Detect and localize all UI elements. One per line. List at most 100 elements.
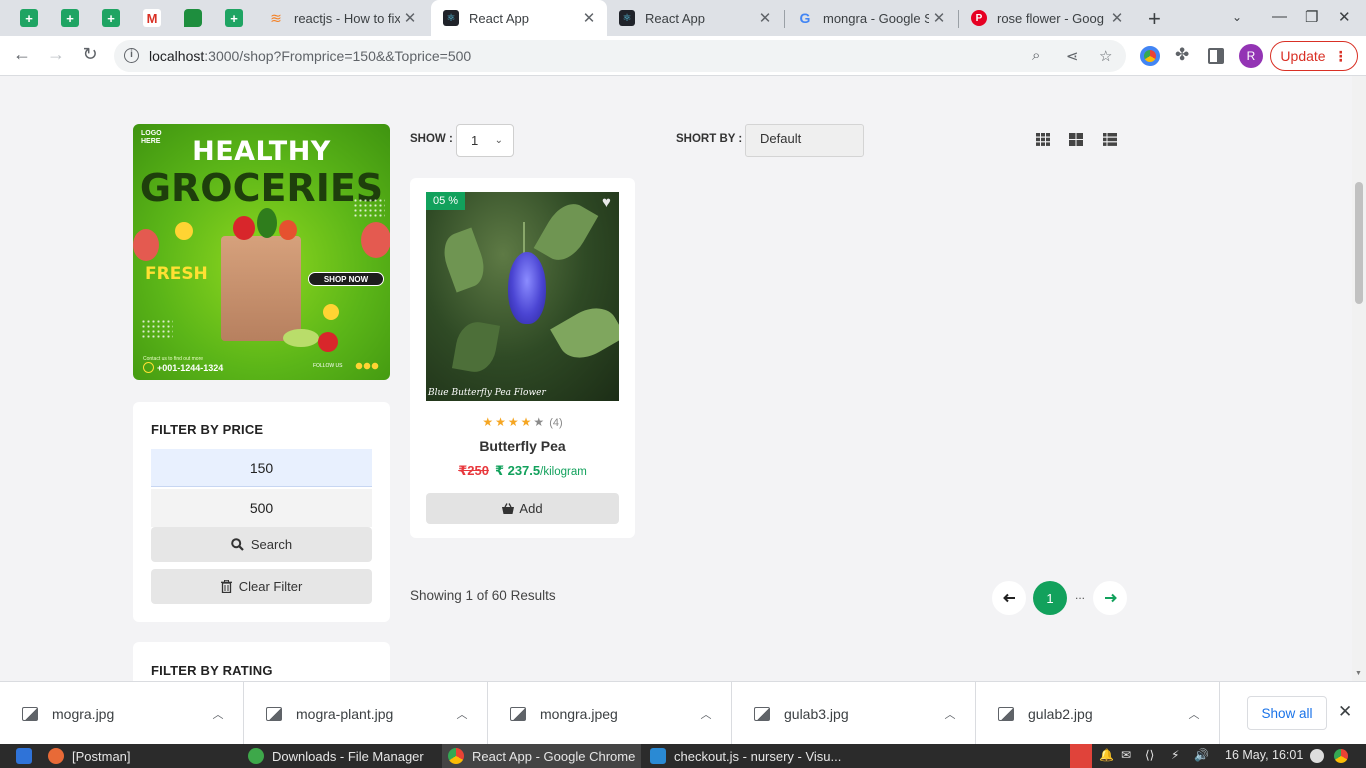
product-card[interactable]: Blue Butterfly Pea Flower 05 % ♥ ★★★★★ (… bbox=[410, 178, 635, 538]
lemon-image bbox=[323, 304, 339, 320]
site-info-icon[interactable]: i bbox=[124, 48, 139, 63]
grocery-bag-image bbox=[221, 236, 301, 341]
download-item[interactable]: gulab3.jpg ︿ bbox=[732, 682, 976, 745]
chevron-up-icon[interactable]: ︿ bbox=[691, 706, 721, 722]
taskbar-item-active[interactable]: React App - Google Chrome bbox=[442, 744, 642, 768]
download-item[interactable]: mongra.jpeg ︿ bbox=[488, 682, 732, 745]
scrollbar-thumb[interactable] bbox=[1355, 182, 1363, 304]
tray-app-icon[interactable] bbox=[1070, 744, 1092, 768]
forward-arrow-icon[interactable]: → bbox=[44, 44, 68, 65]
share-icon[interactable]: ⋖ bbox=[1066, 47, 1079, 65]
list-view-icon[interactable] bbox=[1103, 133, 1117, 146]
prev-page-button[interactable] bbox=[992, 581, 1026, 615]
sheets-shortcut-icon[interactable]: + bbox=[102, 9, 120, 27]
image-file-icon bbox=[510, 706, 526, 721]
scroll-down-arrow-icon[interactable]: ▼ bbox=[1355, 670, 1362, 677]
clock[interactable]: 16 May, 16:01 bbox=[1225, 748, 1303, 762]
tab-search-chevron-icon[interactable]: ⌄ bbox=[1232, 10, 1242, 24]
phone-icon bbox=[143, 362, 154, 373]
grid-view-2col-icon[interactable] bbox=[1069, 133, 1083, 146]
sheets-shortcut-icon[interactable]: + bbox=[61, 9, 79, 27]
tab-reactjs-question[interactable]: ≋ reactjs - How to fix ✕ bbox=[256, 0, 428, 36]
heart-icon[interactable]: ♥ bbox=[602, 194, 611, 211]
chevron-up-icon[interactable]: ︿ bbox=[203, 706, 233, 722]
close-icon[interactable]: ✕ bbox=[1107, 9, 1127, 27]
tab-title: React App bbox=[645, 10, 705, 26]
taskbar-item[interactable]: checkout.js - nursery - Visu... bbox=[650, 744, 841, 768]
zoom-icon[interactable]: ⌕ bbox=[1032, 47, 1040, 64]
address-bar[interactable]: i localhost:3000/shop?Fromprice=150&&Top… bbox=[114, 40, 1126, 72]
sheets-shortcut-icon[interactable]: + bbox=[20, 9, 38, 27]
taskbar-item[interactable]: [Postman] bbox=[48, 744, 131, 768]
volume-icon[interactable]: 🔊 bbox=[1194, 748, 1209, 762]
tab-pinterest-search[interactable]: P rose flower - Goog ✕ bbox=[959, 0, 1135, 36]
product-name[interactable]: Butterfly Pea bbox=[410, 438, 635, 454]
mail-icon[interactable]: ✉ bbox=[1121, 748, 1131, 762]
window-close-icon[interactable]: ✕ bbox=[1338, 8, 1351, 26]
tab-react-app[interactable]: ⚛ React App ✕ bbox=[607, 0, 783, 36]
chevron-up-icon[interactable]: ︿ bbox=[447, 706, 477, 722]
lemon-image bbox=[175, 222, 193, 240]
download-item[interactable]: mogra-plant.jpg ︿ bbox=[244, 682, 488, 745]
search-button[interactable]: Search bbox=[151, 527, 372, 562]
side-panel-icon[interactable] bbox=[1208, 48, 1224, 64]
to-price-input[interactable]: 500 bbox=[151, 489, 372, 527]
next-page-button[interactable] bbox=[1093, 581, 1127, 615]
download-item[interactable]: gulab2.jpg ︿ bbox=[976, 682, 1220, 745]
downloads-bar: mogra.jpg ︿ mogra-plant.jpg ︿ mongra.jpe… bbox=[0, 681, 1366, 745]
network-icon[interactable]: ⟨⟩ bbox=[1145, 748, 1154, 762]
page-button-current[interactable]: 1 bbox=[1033, 581, 1067, 615]
promo-banner[interactable]: LOGO HERE HEALTHY GROCERIES FRESH SHOP N… bbox=[133, 124, 390, 380]
chrome-tray-icon[interactable] bbox=[1334, 749, 1348, 763]
extensions-puzzle-icon[interactable]: ✤ bbox=[1175, 45, 1189, 65]
chevron-up-icon[interactable]: ︿ bbox=[935, 706, 965, 722]
update-button[interactable]: Update ⋮ bbox=[1270, 41, 1358, 71]
start-menu-button[interactable] bbox=[16, 744, 32, 768]
add-to-cart-button[interactable]: Add bbox=[426, 493, 619, 524]
bookmark-star-icon[interactable]: ☆ bbox=[1099, 47, 1112, 65]
page-viewport: LOGO HERE HEALTHY GROCERIES FRESH SHOP N… bbox=[0, 76, 1366, 681]
show-all-downloads-button[interactable]: Show all bbox=[1247, 696, 1327, 730]
back-arrow-icon[interactable]: ← bbox=[10, 44, 34, 65]
stackoverflow-icon: ≋ bbox=[270, 9, 282, 26]
power-icon[interactable]: ⚡ bbox=[1171, 748, 1179, 762]
tab-react-app-active[interactable]: ⚛ React App ✕ bbox=[431, 0, 607, 36]
close-icon[interactable]: ✕ bbox=[929, 9, 949, 27]
leaf-shape bbox=[533, 196, 599, 268]
taskbar-item[interactable]: Downloads - File Manager bbox=[248, 744, 424, 768]
taskbar-item-label: Downloads - File Manager bbox=[272, 748, 424, 764]
notification-bell-icon[interactable]: 🔔 bbox=[1099, 748, 1114, 762]
profile-avatar[interactable]: R bbox=[1239, 44, 1263, 68]
gmail-shortcut-icon[interactable]: M bbox=[143, 9, 161, 27]
page-scrollbar[interactable]: ▼ bbox=[1352, 76, 1366, 681]
add-label: Add bbox=[519, 501, 543, 516]
download-item[interactable]: mogra.jpg ︿ bbox=[0, 682, 244, 745]
tab-google-search[interactable]: G mongra - Google S ✕ bbox=[785, 0, 957, 36]
minimize-icon[interactable]: — bbox=[1272, 8, 1287, 25]
tray-status-icon[interactable] bbox=[1310, 749, 1324, 763]
chat-shortcut-icon[interactable] bbox=[184, 9, 202, 27]
grid-view-3col-icon[interactable] bbox=[1036, 133, 1050, 146]
sort-select[interactable]: Default bbox=[745, 124, 864, 157]
product-image[interactable]: Blue Butterfly Pea Flower bbox=[426, 192, 619, 401]
new-tab-icon[interactable]: + bbox=[1148, 6, 1161, 32]
url-text[interactable]: localhost:3000/shop?Fromprice=150&&Topri… bbox=[149, 48, 471, 64]
sheets-shortcut-icon[interactable]: + bbox=[225, 9, 243, 27]
filter-by-rating-card: FILTER BY RATING bbox=[133, 642, 390, 681]
restore-icon[interactable]: ❐ bbox=[1305, 8, 1318, 26]
rating-count: (4) bbox=[549, 417, 563, 429]
color-picker-extension-icon[interactable] bbox=[1140, 46, 1160, 66]
update-label: Update bbox=[1280, 48, 1326, 64]
download-filename: mogra-plant.jpg bbox=[296, 705, 394, 722]
close-icon[interactable]: ✕ bbox=[579, 9, 599, 27]
show-count-select[interactable]: 1 ⌄ bbox=[456, 124, 514, 157]
close-downloads-icon[interactable]: ✕ bbox=[1338, 702, 1352, 722]
clear-filter-button[interactable]: Clear Filter bbox=[151, 569, 372, 604]
close-icon[interactable]: ✕ bbox=[400, 9, 420, 27]
os-taskbar: [Postman] Downloads - File Manager React… bbox=[0, 744, 1366, 768]
chevron-up-icon[interactable]: ︿ bbox=[1179, 706, 1209, 722]
reload-icon[interactable]: ↻ bbox=[78, 44, 102, 65]
close-icon[interactable]: ✕ bbox=[755, 9, 775, 27]
from-price-input[interactable]: 150 bbox=[151, 449, 372, 487]
shop-now-button[interactable]: SHOP NOW bbox=[308, 272, 384, 286]
